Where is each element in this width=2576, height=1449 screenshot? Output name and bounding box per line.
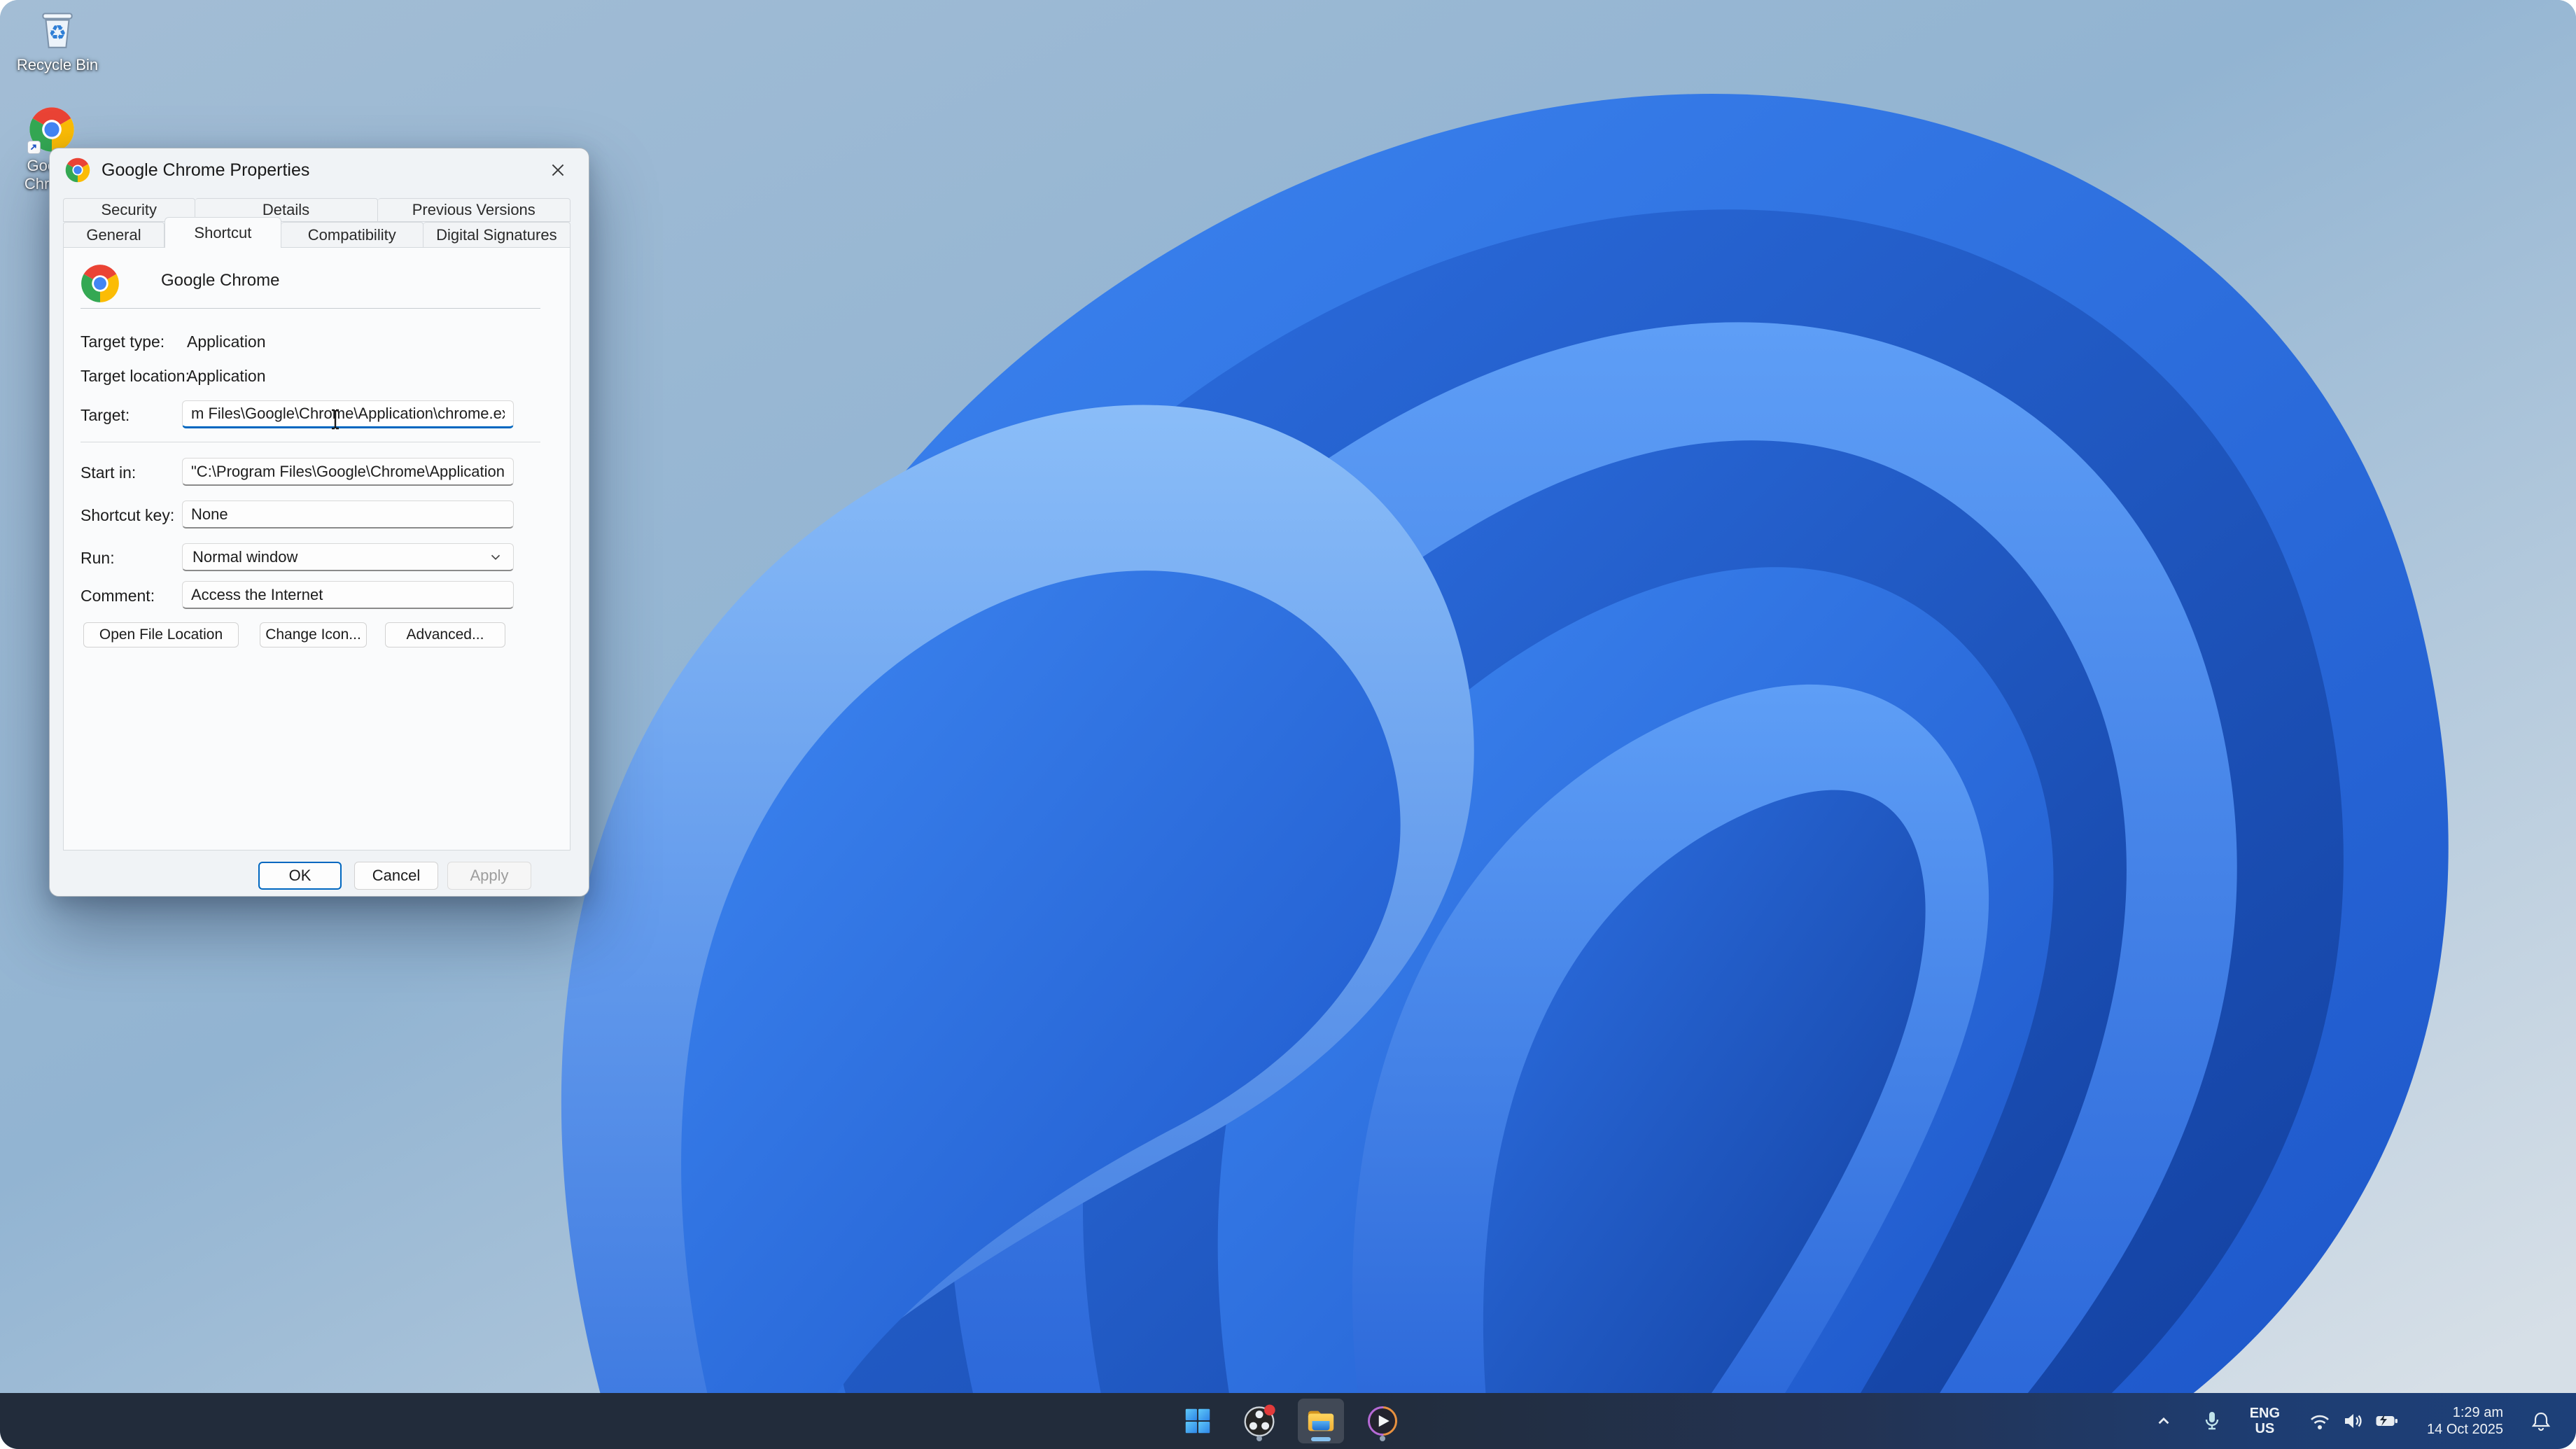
- target-location-label: Target location:: [80, 367, 190, 385]
- taskbar-app-icons: [1175, 1399, 1406, 1443]
- cancel-button[interactable]: Cancel: [354, 862, 438, 890]
- close-button[interactable]: [542, 155, 573, 186]
- file-explorer-icon: [1308, 1410, 1334, 1432]
- chevron-down-icon: [491, 554, 500, 560]
- language-code: ENG: [2249, 1406, 2281, 1421]
- change-icon-button[interactable]: Change Icon...: [260, 622, 367, 648]
- desktop-icon-recycle-bin[interactable]: ♻ Recycle Bin: [13, 6, 102, 74]
- system-tray: ENG US 1:29 am 14 Oct 2025: [2149, 1393, 2556, 1449]
- clock-time: 1:29 am: [2452, 1405, 2503, 1420]
- mouse-cursor-ibeam: [329, 409, 342, 433]
- desktop-screen: ♻ Recycle Bin Google Chrome Properties S…: [0, 0, 2576, 1449]
- shortcut-tab-panel: Google Chrome Target type: Application T…: [63, 247, 570, 850]
- start-in-label: Start in:: [80, 463, 136, 482]
- shortcut-key-input[interactable]: [182, 500, 514, 528]
- speaker-icon: [2345, 1414, 2362, 1428]
- microphone-icon: [2205, 1412, 2218, 1430]
- target-label: Target:: [80, 406, 130, 424]
- chevron-up-icon: [2158, 1417, 2169, 1424]
- comment-label: Comment:: [80, 587, 155, 605]
- clock[interactable]: 1:29 am 14 Oct 2025: [2423, 1400, 2507, 1442]
- tab-shortcut[interactable]: Shortcut: [164, 217, 281, 248]
- ok-button[interactable]: OK: [258, 862, 342, 890]
- target-type-value: Application: [187, 332, 266, 351]
- target-location-value: Application: [187, 367, 266, 385]
- start-button[interactable]: [1175, 1399, 1221, 1443]
- comment-input[interactable]: [182, 581, 514, 609]
- recycle-bin-icon: ♻: [34, 6, 80, 52]
- taskbar-item-obs-studio[interactable]: [1236, 1399, 1282, 1443]
- shortcut-key-label: Shortcut key:: [80, 506, 175, 524]
- dialog-title: Google Chrome Properties: [102, 160, 310, 180]
- advanced-button[interactable]: Advanced...: [385, 622, 505, 648]
- apply-button[interactable]: Apply: [447, 862, 531, 890]
- run-dropdown[interactable]: Normal window: [182, 543, 514, 571]
- tab-compatibility[interactable]: Compatibility: [281, 222, 424, 248]
- start-in-input[interactable]: [182, 458, 514, 486]
- chrome-icon: [27, 106, 75, 154]
- chrome-properties-dialog: Google Chrome Properties Security Detail…: [49, 148, 589, 897]
- network-volume-battery-button[interactable]: [2302, 1406, 2404, 1436]
- taskbar-item-media-player[interactable]: [1359, 1399, 1406, 1443]
- app-name: Google Chrome: [161, 271, 280, 290]
- tab-row-secondary: Security Details Previous Versions: [63, 198, 570, 222]
- tab-previous-versions[interactable]: Previous Versions: [377, 198, 570, 222]
- separator: [80, 308, 540, 309]
- running-indicator: [1380, 1436, 1385, 1441]
- running-indicator: [1256, 1436, 1262, 1441]
- run-label: Run:: [80, 549, 115, 567]
- notification-bell-icon: [2531, 1412, 2551, 1432]
- shortcut-arrow-icon: [27, 141, 41, 154]
- language-switcher[interactable]: ENG US: [2246, 1401, 2284, 1441]
- active-indicator: [1311, 1437, 1331, 1441]
- microphone-tray-button[interactable]: [2197, 1406, 2227, 1436]
- svg-text:♻: ♻: [48, 20, 66, 44]
- run-dropdown-value: Normal window: [192, 547, 298, 566]
- target-input[interactable]: [182, 400, 514, 428]
- target-type-label: Target type:: [80, 332, 165, 351]
- taskbar-item-file-explorer[interactable]: [1298, 1399, 1344, 1443]
- dialog-titlebar[interactable]: Google Chrome Properties: [50, 148, 589, 192]
- taskbar: ENG US 1:29 am 14 Oct 2025: [0, 1393, 2576, 1449]
- chrome-icon: [65, 158, 90, 183]
- open-file-location-button[interactable]: Open File Location: [83, 622, 239, 648]
- windows-start-icon: [1185, 1408, 1210, 1434]
- battery-charging-icon: [2376, 1414, 2398, 1426]
- desktop-icon-label: Recycle Bin: [16, 56, 99, 74]
- tray-chevron-button[interactable]: [2149, 1408, 2178, 1434]
- language-region: US: [2255, 1421, 2275, 1436]
- tab-row-primary: General Shortcut Compatibility Digital S…: [63, 217, 570, 248]
- notification-center-button[interactable]: [2526, 1406, 2556, 1436]
- clock-date: 14 Oct 2025: [2427, 1422, 2503, 1437]
- wifi-icon: [2311, 1415, 2329, 1429]
- close-icon: [552, 164, 564, 176]
- recording-badge: [1264, 1404, 1275, 1416]
- tab-general[interactable]: General: [63, 222, 164, 248]
- media-player-icon: [1368, 1406, 1397, 1436]
- obs-studio-icon: [1244, 1404, 1275, 1437]
- chrome-icon: [81, 265, 119, 302]
- tab-digital-signatures[interactable]: Digital Signatures: [423, 222, 570, 248]
